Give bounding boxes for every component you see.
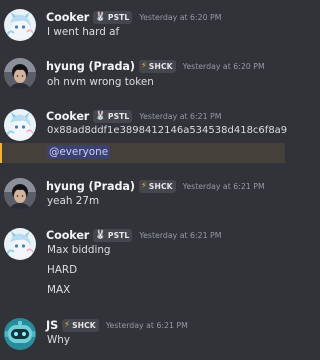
message-header: JS ⚡ SHCK Yesterday at 6:21 PM	[46, 317, 188, 333]
anime-avatar-icon	[4, 228, 36, 260]
lightning-icon: ⚡	[140, 60, 147, 71]
message-text: Max bidding	[47, 244, 111, 256]
message-text: oh nvm wrong token	[47, 76, 154, 88]
bunny-icon: 🐰	[95, 229, 106, 240]
anime-avatar-icon	[4, 9, 36, 41]
role-tag[interactable]: 🐰 PSTL	[93, 109, 133, 123]
role-tag-label: SHCK	[72, 320, 96, 330]
author-name[interactable]: hyung (Prada)	[46, 180, 135, 193]
author-name[interactable]: JS	[46, 319, 58, 332]
avatar[interactable]	[4, 318, 36, 350]
role-tag-label: PSTL	[107, 12, 130, 22]
robot-avatar-icon	[4, 318, 36, 350]
bunny-icon: 🐰	[95, 11, 106, 22]
avatar[interactable]	[4, 109, 36, 141]
author-name[interactable]: hyung (Prada)	[46, 60, 135, 73]
timestamp[interactable]: Yesterday at 6:21 PM	[183, 182, 265, 191]
message-header: Cooker 🐰 PSTL Yesterday at 6:20 PM	[46, 9, 221, 25]
timestamp[interactable]: Yesterday at 6:20 PM	[183, 62, 265, 71]
timestamp[interactable]: Yesterday at 6:21 PM	[106, 321, 188, 330]
anime-avatar-icon	[4, 109, 36, 141]
author-name[interactable]: Cooker	[46, 11, 89, 24]
avatar[interactable]	[4, 228, 36, 260]
author-name[interactable]: Cooker	[46, 110, 89, 123]
role-tag-label: PSTL	[107, 111, 130, 121]
timestamp[interactable]: Yesterday at 6:20 PM	[139, 13, 221, 22]
role-tag[interactable]: 🐰 PSTL	[93, 10, 133, 24]
author-name[interactable]: Cooker	[46, 229, 89, 242]
bunny-icon: 🐰	[95, 110, 106, 121]
mention-highlight: @everyone	[0, 143, 285, 163]
person-avatar-icon	[4, 58, 36, 90]
message-header: Cooker 🐰 PSTL Yesterday at 6:21 PM	[46, 227, 221, 243]
role-tag[interactable]: ⚡ SHCK	[62, 318, 99, 332]
person-avatar-icon	[4, 178, 36, 210]
role-tag[interactable]: 🐰 PSTL	[93, 228, 133, 242]
message-text: I went hard af	[47, 26, 120, 38]
chat-message-list: Cooker 🐰 PSTL Yesterday at 6:20 PM I wen…	[0, 0, 288, 360]
message-text: 0x88ad8ddf1e3898412146a534538d418c6f8a9	[47, 125, 288, 136]
message-header: hyung (Prada) ⚡ SHCK Yesterday at 6:21 P…	[46, 178, 265, 194]
message-text: Why	[47, 334, 71, 346]
message-text: HARD	[47, 264, 78, 276]
role-tag-label: SHCK	[148, 61, 173, 71]
role-tag[interactable]: ⚡ SHCK	[138, 59, 176, 73]
message-text: yeah 27m	[47, 195, 100, 207]
role-tag-label: SHCK	[148, 181, 173, 191]
timestamp[interactable]: Yesterday at 6:21 PM	[139, 231, 221, 240]
lightning-icon: ⚡	[140, 180, 147, 191]
message-header: Cooker 🐰 PSTL Yesterday at 6:21 PM	[46, 108, 221, 124]
message-header: hyung (Prada) ⚡ SHCK Yesterday at 6:20 P…	[46, 58, 265, 74]
avatar[interactable]	[4, 58, 36, 90]
role-tag[interactable]: ⚡ SHCK	[138, 179, 176, 193]
avatar[interactable]	[4, 178, 36, 210]
avatar[interactable]	[4, 9, 36, 41]
timestamp[interactable]: Yesterday at 6:21 PM	[139, 112, 221, 121]
message-text: MAX	[47, 284, 71, 296]
everyone-mention[interactable]: @everyone	[47, 145, 111, 159]
lightning-icon: ⚡	[64, 319, 71, 330]
role-tag-label: PSTL	[107, 230, 130, 240]
